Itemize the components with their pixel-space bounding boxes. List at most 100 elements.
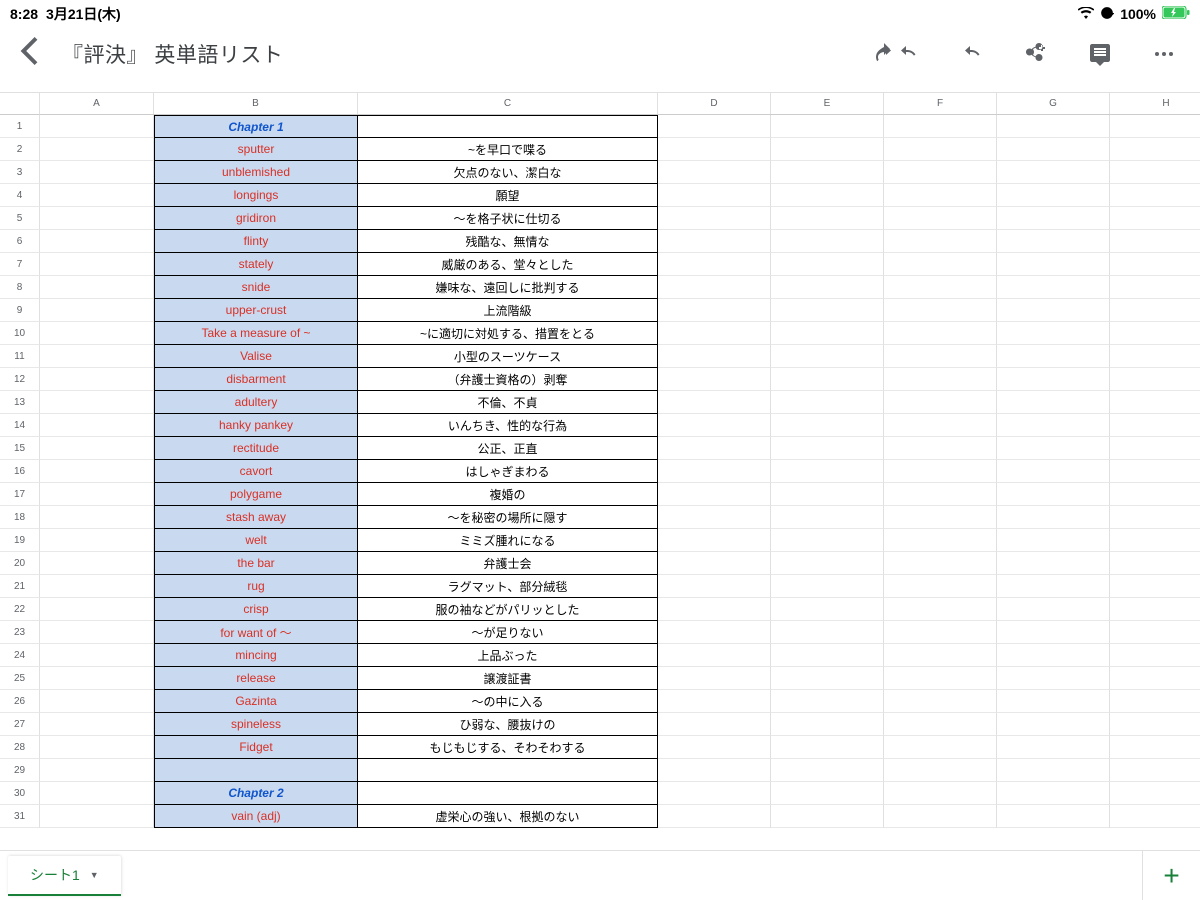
cell-E6[interactable]: [771, 230, 884, 253]
cell-D12[interactable]: [658, 368, 771, 391]
row-number[interactable]: 27: [0, 713, 40, 736]
cell-G20[interactable]: [997, 552, 1110, 575]
cell-E28[interactable]: [771, 736, 884, 759]
sheet-tab[interactable]: シート1 ▼: [8, 856, 121, 896]
cell-A30[interactable]: [40, 782, 154, 805]
cell-D31[interactable]: [658, 805, 771, 828]
cell-E20[interactable]: [771, 552, 884, 575]
cell-H16[interactable]: [1110, 460, 1200, 483]
cell-F1[interactable]: [884, 115, 997, 138]
cell-H17[interactable]: [1110, 483, 1200, 506]
row-number[interactable]: 1: [0, 115, 40, 138]
row-number[interactable]: 18: [0, 506, 40, 529]
cell-H27[interactable]: [1110, 713, 1200, 736]
cell-E9[interactable]: [771, 299, 884, 322]
cell-H13[interactable]: [1110, 391, 1200, 414]
row-number[interactable]: 12: [0, 368, 40, 391]
cell-G26[interactable]: [997, 690, 1110, 713]
cell-G22[interactable]: [997, 598, 1110, 621]
cell-F8[interactable]: [884, 276, 997, 299]
cell-B24[interactable]: mincing: [154, 644, 358, 667]
cell-F3[interactable]: [884, 161, 997, 184]
cell-C20[interactable]: 弁護士会: [358, 552, 658, 575]
cell-C16[interactable]: はしゃぎまわる: [358, 460, 658, 483]
cell-B13[interactable]: adultery: [154, 391, 358, 414]
cell-A3[interactable]: [40, 161, 154, 184]
cell-D20[interactable]: [658, 552, 771, 575]
cell-D2[interactable]: [658, 138, 771, 161]
spreadsheet-grid[interactable]: 1234567891011121314151617181920212223242…: [0, 92, 1200, 850]
cell-A16[interactable]: [40, 460, 154, 483]
document-title[interactable]: 『評決』 英単語リスト: [62, 39, 283, 69]
cell-H6[interactable]: [1110, 230, 1200, 253]
cell-F17[interactable]: [884, 483, 997, 506]
cell-A20[interactable]: [40, 552, 154, 575]
cell-A2[interactable]: [40, 138, 154, 161]
cell-H7[interactable]: [1110, 253, 1200, 276]
row-number[interactable]: 22: [0, 598, 40, 621]
cell-G18[interactable]: [997, 506, 1110, 529]
cell-E15[interactable]: [771, 437, 884, 460]
cell-F30[interactable]: [884, 782, 997, 805]
cell-H1[interactable]: [1110, 115, 1200, 138]
row-number[interactable]: 3: [0, 161, 40, 184]
row-number[interactable]: 19: [0, 529, 40, 552]
cell-G25[interactable]: [997, 667, 1110, 690]
cell-F21[interactable]: [884, 575, 997, 598]
cell-B15[interactable]: rectitude: [154, 437, 358, 460]
row-number[interactable]: 26: [0, 690, 40, 713]
cell-G6[interactable]: [997, 230, 1110, 253]
cell-D27[interactable]: [658, 713, 771, 736]
row-number[interactable]: 29: [0, 759, 40, 782]
column-header-H[interactable]: H: [1110, 93, 1200, 114]
cell-G8[interactable]: [997, 276, 1110, 299]
cell-D22[interactable]: [658, 598, 771, 621]
cell-H5[interactable]: [1110, 207, 1200, 230]
row-number[interactable]: 4: [0, 184, 40, 207]
cell-A17[interactable]: [40, 483, 154, 506]
cell-B14[interactable]: hanky pankey: [154, 414, 358, 437]
cell-D7[interactable]: [658, 253, 771, 276]
cell-E12[interactable]: [771, 368, 884, 391]
cell-E4[interactable]: [771, 184, 884, 207]
cell-G23[interactable]: [997, 621, 1110, 644]
cell-B12[interactable]: disbarment: [154, 368, 358, 391]
cell-A12[interactable]: [40, 368, 154, 391]
tab-menu-icon[interactable]: ▼: [90, 870, 99, 880]
row-number[interactable]: 8: [0, 276, 40, 299]
cell-H23[interactable]: [1110, 621, 1200, 644]
cell-B4[interactable]: longings: [154, 184, 358, 207]
undo-button[interactable]: [860, 34, 932, 74]
cell-G17[interactable]: [997, 483, 1110, 506]
cell-E14[interactable]: [771, 414, 884, 437]
cell-C9[interactable]: 上流階級: [358, 299, 658, 322]
cell-D16[interactable]: [658, 460, 771, 483]
row-number[interactable]: 23: [0, 621, 40, 644]
column-header-F[interactable]: F: [884, 93, 997, 114]
cell-C23[interactable]: 〜が足りない: [358, 621, 658, 644]
cell-F9[interactable]: [884, 299, 997, 322]
row-number[interactable]: 15: [0, 437, 40, 460]
cell-C12[interactable]: （弁護士資格の）剥奪: [358, 368, 658, 391]
cell-E27[interactable]: [771, 713, 884, 736]
cell-A1[interactable]: [40, 115, 154, 138]
cell-G14[interactable]: [997, 414, 1110, 437]
cell-H31[interactable]: [1110, 805, 1200, 828]
cell-G30[interactable]: [997, 782, 1110, 805]
cell-C13[interactable]: 不倫、不貞: [358, 391, 658, 414]
cell-A28[interactable]: [40, 736, 154, 759]
cell-C15[interactable]: 公正、正直: [358, 437, 658, 460]
cell-G5[interactable]: [997, 207, 1110, 230]
cell-C4[interactable]: 願望: [358, 184, 658, 207]
cell-E8[interactable]: [771, 276, 884, 299]
row-number[interactable]: 6: [0, 230, 40, 253]
row-number[interactable]: 17: [0, 483, 40, 506]
cell-A14[interactable]: [40, 414, 154, 437]
back-button[interactable]: [12, 37, 46, 72]
cell-H12[interactable]: [1110, 368, 1200, 391]
cell-H9[interactable]: [1110, 299, 1200, 322]
column-header-B[interactable]: B: [154, 93, 358, 114]
cell-F15[interactable]: [884, 437, 997, 460]
cell-E13[interactable]: [771, 391, 884, 414]
cell-A24[interactable]: [40, 644, 154, 667]
